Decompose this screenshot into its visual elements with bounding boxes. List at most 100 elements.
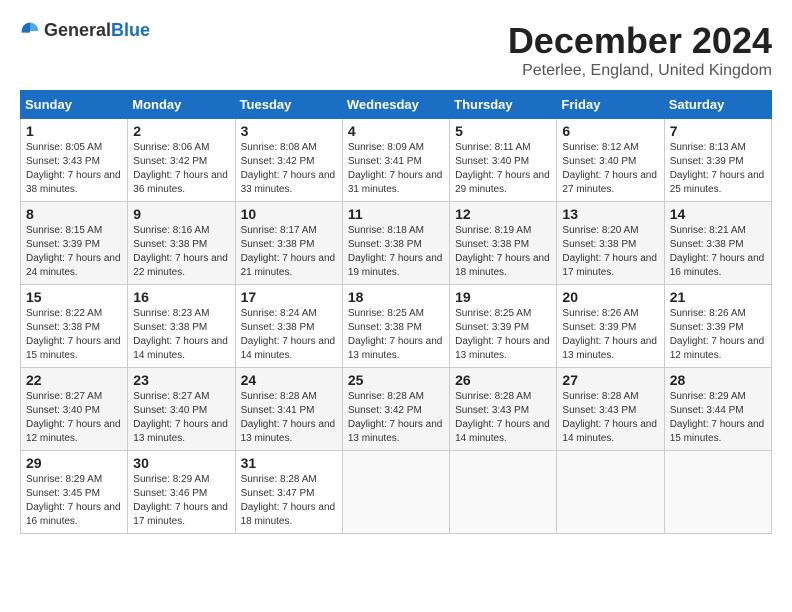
table-row: 19 Sunrise: 8:25 AMSunset: 3:39 PMDayligh…	[450, 285, 557, 368]
table-row: 18 Sunrise: 8:25 AMSunset: 3:38 PMDayligh…	[342, 285, 449, 368]
calendar-week-row: 8 Sunrise: 8:15 AMSunset: 3:39 PMDaylight…	[21, 202, 772, 285]
cell-content: Sunrise: 8:28 AMSunset: 3:42 PMDaylight:…	[348, 390, 444, 446]
col-sunday: Sunday	[21, 91, 128, 119]
day-number: 21	[670, 289, 766, 305]
cell-content: Sunrise: 8:20 AMSunset: 3:38 PMDaylight:…	[562, 224, 658, 280]
cell-content: Sunrise: 8:17 AMSunset: 3:38 PMDaylight:…	[241, 224, 337, 280]
day-number: 28	[670, 372, 766, 388]
calendar-week-row: 1 Sunrise: 8:05 AMSunset: 3:43 PMDaylight…	[21, 119, 772, 202]
cell-content: Sunrise: 8:26 AMSunset: 3:39 PMDaylight:…	[562, 307, 658, 363]
logo-general: General	[44, 20, 111, 40]
day-number: 19	[455, 289, 551, 305]
table-row: 23Sunrise: 8:27 AMSunset: 3:40 PMDayligh…	[128, 368, 235, 451]
day-number: 11	[348, 206, 444, 222]
location-subtitle: Peterlee, England, United Kingdom	[508, 62, 772, 80]
table-row: 8 Sunrise: 8:15 AMSunset: 3:39 PMDaylight…	[21, 202, 128, 285]
col-monday: Monday	[128, 91, 235, 119]
logo-icon	[20, 21, 40, 41]
table-row: 1 Sunrise: 8:05 AMSunset: 3:43 PMDaylight…	[21, 119, 128, 202]
cell-content: Sunrise: 8:29 AMSunset: 3:44 PMDaylight:…	[670, 390, 766, 446]
cell-content: Sunrise: 8:12 AMSunset: 3:40 PMDaylight:…	[562, 141, 658, 197]
title-area: December 2024 Peterlee, England, United …	[508, 20, 772, 80]
cell-content: Sunrise: 8:28 AMSunset: 3:47 PMDaylight:…	[241, 473, 337, 529]
col-thursday: Thursday	[450, 91, 557, 119]
cell-content: Sunrise: 8:25 AMSunset: 3:38 PMDaylight:…	[348, 307, 444, 363]
col-friday: Friday	[557, 91, 664, 119]
day-number: 18	[348, 289, 444, 305]
cell-content: Sunrise: 8:05 AMSunset: 3:43 PMDaylight:…	[26, 141, 122, 197]
calendar-week-row: 29 Sunrise: 8:29 AMSunset: 3:45 PMDayligh…	[21, 451, 772, 534]
day-number: 4	[348, 123, 444, 139]
day-number: 2	[133, 123, 229, 139]
day-number: 31	[241, 455, 337, 471]
day-number: 29	[26, 455, 122, 471]
cell-content: Sunrise: 8:29 AMSunset: 3:45 PMDaylight:…	[26, 473, 122, 529]
table-row: 29 Sunrise: 8:29 AMSunset: 3:45 PMDayligh…	[21, 451, 128, 534]
cell-content: Sunrise: 8:27 AMSunset: 3:40 PMDaylight:…	[133, 390, 229, 446]
table-row: 2Sunrise: 8:06 AMSunset: 3:42 PMDaylight…	[128, 119, 235, 202]
cell-content: Sunrise: 8:09 AMSunset: 3:41 PMDaylight:…	[348, 141, 444, 197]
day-number: 8	[26, 206, 122, 222]
table-row: 27 Sunrise: 8:28 AMSunset: 3:43 PMDayligh…	[557, 368, 664, 451]
table-row: 6 Sunrise: 8:12 AMSunset: 3:40 PMDaylight…	[557, 119, 664, 202]
day-number: 7	[670, 123, 766, 139]
cell-content: Sunrise: 8:24 AMSunset: 3:38 PMDaylight:…	[241, 307, 337, 363]
cell-content: Sunrise: 8:11 AMSunset: 3:40 PMDaylight:…	[455, 141, 551, 197]
calendar-week-row: 15 Sunrise: 8:22 AMSunset: 3:38 PMDayligh…	[21, 285, 772, 368]
table-row: 3Sunrise: 8:08 AMSunset: 3:42 PMDaylight…	[235, 119, 342, 202]
day-number: 3	[241, 123, 337, 139]
calendar-header-row: Sunday Monday Tuesday Wednesday Thursday…	[21, 91, 772, 119]
table-row: 15 Sunrise: 8:22 AMSunset: 3:38 PMDayligh…	[21, 285, 128, 368]
cell-content: Sunrise: 8:28 AMSunset: 3:43 PMDaylight:…	[455, 390, 551, 446]
cell-content: Sunrise: 8:27 AMSunset: 3:40 PMDaylight:…	[26, 390, 122, 446]
header: GeneralBlue December 2024 Peterlee, Engl…	[20, 20, 772, 80]
cell-content: Sunrise: 8:28 AMSunset: 3:43 PMDaylight:…	[562, 390, 658, 446]
cell-content: Sunrise: 8:23 AMSunset: 3:38 PMDaylight:…	[133, 307, 229, 363]
cell-content: Sunrise: 8:15 AMSunset: 3:39 PMDaylight:…	[26, 224, 122, 280]
cell-content: Sunrise: 8:16 AMSunset: 3:38 PMDaylight:…	[133, 224, 229, 280]
cell-content: Sunrise: 8:13 AMSunset: 3:39 PMDaylight:…	[670, 141, 766, 197]
table-row: 7 Sunrise: 8:13 AMSunset: 3:39 PMDaylight…	[664, 119, 771, 202]
logo-text: GeneralBlue	[44, 20, 150, 41]
table-row: 17 Sunrise: 8:24 AMSunset: 3:38 PMDayligh…	[235, 285, 342, 368]
table-row: 13 Sunrise: 8:20 AMSunset: 3:38 PMDayligh…	[557, 202, 664, 285]
day-number: 27	[562, 372, 658, 388]
month-title: December 2024	[508, 20, 772, 62]
col-tuesday: Tuesday	[235, 91, 342, 119]
day-number: 20	[562, 289, 658, 305]
table-row: 14Sunrise: 8:21 AMSunset: 3:38 PMDayligh…	[664, 202, 771, 285]
day-number: 10	[241, 206, 337, 222]
day-number: 15	[26, 289, 122, 305]
day-number: 12	[455, 206, 551, 222]
table-row: 21 Sunrise: 8:26 AMSunset: 3:39 PMDayligh…	[664, 285, 771, 368]
day-number: 16	[133, 289, 229, 305]
day-number: 1	[26, 123, 122, 139]
table-row: 22Sunrise: 8:27 AMSunset: 3:40 PMDayligh…	[21, 368, 128, 451]
day-number: 5	[455, 123, 551, 139]
cell-content: Sunrise: 8:18 AMSunset: 3:38 PMDaylight:…	[348, 224, 444, 280]
table-row	[557, 451, 664, 534]
day-number: 13	[562, 206, 658, 222]
cell-content: Sunrise: 8:22 AMSunset: 3:38 PMDaylight:…	[26, 307, 122, 363]
cell-content: Sunrise: 8:26 AMSunset: 3:39 PMDaylight:…	[670, 307, 766, 363]
table-row: 28 Sunrise: 8:29 AMSunset: 3:44 PMDayligh…	[664, 368, 771, 451]
day-number: 14	[670, 206, 766, 222]
day-number: 6	[562, 123, 658, 139]
day-number: 9	[133, 206, 229, 222]
table-row: 26Sunrise: 8:28 AMSunset: 3:43 PMDayligh…	[450, 368, 557, 451]
cell-content: Sunrise: 8:29 AMSunset: 3:46 PMDaylight:…	[133, 473, 229, 529]
table-row	[664, 451, 771, 534]
table-row	[342, 451, 449, 534]
table-row: 24 Sunrise: 8:28 AMSunset: 3:41 PMDayligh…	[235, 368, 342, 451]
table-row: 4 Sunrise: 8:09 AMSunset: 3:41 PMDaylight…	[342, 119, 449, 202]
cell-content: Sunrise: 8:28 AMSunset: 3:41 PMDaylight:…	[241, 390, 337, 446]
table-row	[450, 451, 557, 534]
calendar-table: Sunday Monday Tuesday Wednesday Thursday…	[20, 90, 772, 534]
table-row: 5 Sunrise: 8:11 AMSunset: 3:40 PMDaylight…	[450, 119, 557, 202]
table-row: 10 Sunrise: 8:17 AMSunset: 3:38 PMDayligh…	[235, 202, 342, 285]
table-row: 12Sunrise: 8:19 AMSunset: 3:38 PMDayligh…	[450, 202, 557, 285]
table-row: 11 Sunrise: 8:18 AMSunset: 3:38 PMDayligh…	[342, 202, 449, 285]
day-number: 17	[241, 289, 337, 305]
cell-content: Sunrise: 8:25 AMSunset: 3:39 PMDaylight:…	[455, 307, 551, 363]
day-number: 24	[241, 372, 337, 388]
